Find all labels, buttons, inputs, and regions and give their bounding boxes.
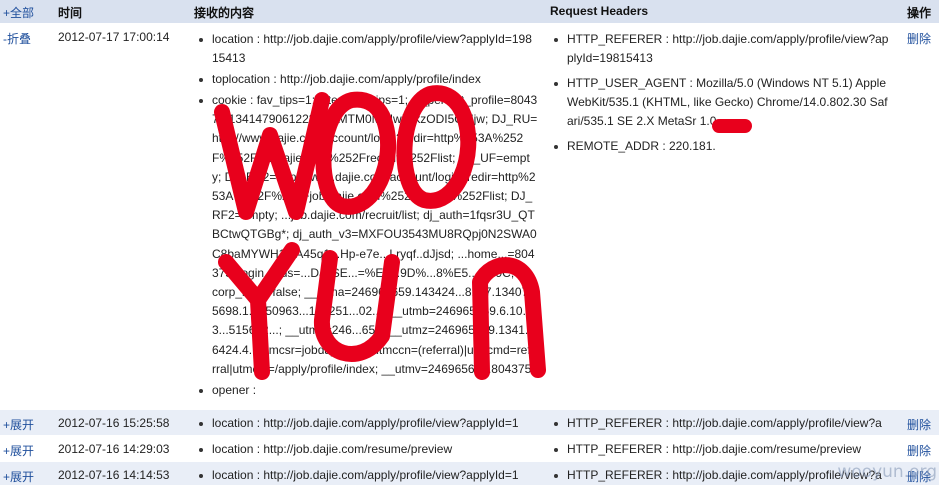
table-row: +展开 2012-07-16 15:25:58 location : http:…: [0, 410, 939, 435]
row-time: 2012-07-17 17:00:14: [58, 30, 170, 44]
content-item-location: location : http://job.dajie.com/apply/pr…: [196, 414, 538, 433]
delete-link[interactable]: 删除: [907, 416, 931, 433]
expand-toggle[interactable]: +展开: [3, 442, 34, 459]
table-row: +展开 2012-07-16 14:29:03 location : http:…: [0, 436, 939, 461]
row-time: 2012-07-16 14:14:53: [58, 468, 170, 482]
content-item-location: location : http://job.dajie.com/apply/pr…: [196, 30, 538, 68]
received-content-list: location : http://job.dajie.com/apply/pr…: [196, 414, 538, 435]
ip-redaction-mark: [712, 119, 752, 133]
column-header-content: 接收的内容: [194, 6, 255, 20]
header-item-referer: HTTP_REFERER : http://job.dajie.com/appl…: [551, 414, 891, 433]
header-item-remote-addr: REMOTE_ADDR : 220.181.: [551, 137, 891, 156]
table-header: +全部 时间 接收的内容 Request Headers 操作: [0, 0, 939, 23]
content-item-toplocation: toplocation : http://job.dajie.com/apply…: [196, 70, 538, 89]
expand-toggle[interactable]: +展开: [3, 416, 34, 433]
request-headers-list: HTTP_REFERER : http://job.dajie.com/appl…: [551, 30, 891, 162]
received-content-list: location : http://job.dajie.com/resume/p…: [196, 440, 538, 461]
table-row: +展开 2012-07-16 14:14:53 location : http:…: [0, 462, 939, 485]
column-header-request-headers: Request Headers: [550, 4, 649, 18]
row-time: 2012-07-16 15:25:58: [58, 416, 170, 430]
watermark: wooyun.org: [837, 462, 937, 482]
content-item-cookie: cookie : fav_tips=1; interview_tips=1; d…: [196, 91, 538, 379]
collapse-toggle[interactable]: -折叠: [3, 30, 31, 47]
column-header-actions: 操作: [907, 6, 932, 20]
delete-link[interactable]: 删除: [907, 442, 931, 459]
received-content-list: location : http://job.dajie.com/apply/pr…: [196, 30, 538, 402]
expand-all-toggle[interactable]: +全部: [3, 4, 34, 21]
header-item-referer: HTTP_REFERER : http://job.dajie.com/resu…: [551, 440, 891, 459]
header-item-referer: HTTP_REFERER : http://job.dajie.com/appl…: [551, 30, 891, 68]
row-time: 2012-07-16 14:29:03: [58, 442, 170, 456]
expand-toggle[interactable]: +展开: [3, 468, 34, 485]
delete-link[interactable]: 删除: [907, 30, 931, 47]
content-item-location: location : http://job.dajie.com/apply/pr…: [196, 466, 538, 485]
content-item-opener: opener :: [196, 381, 538, 400]
received-content-list: location : http://job.dajie.com/apply/pr…: [196, 466, 538, 485]
table-row: -折叠 2012-07-17 17:00:14 location : http:…: [0, 23, 939, 409]
content-item-location: location : http://job.dajie.com/resume/p…: [196, 440, 538, 459]
column-header-time: 时间: [58, 6, 83, 20]
